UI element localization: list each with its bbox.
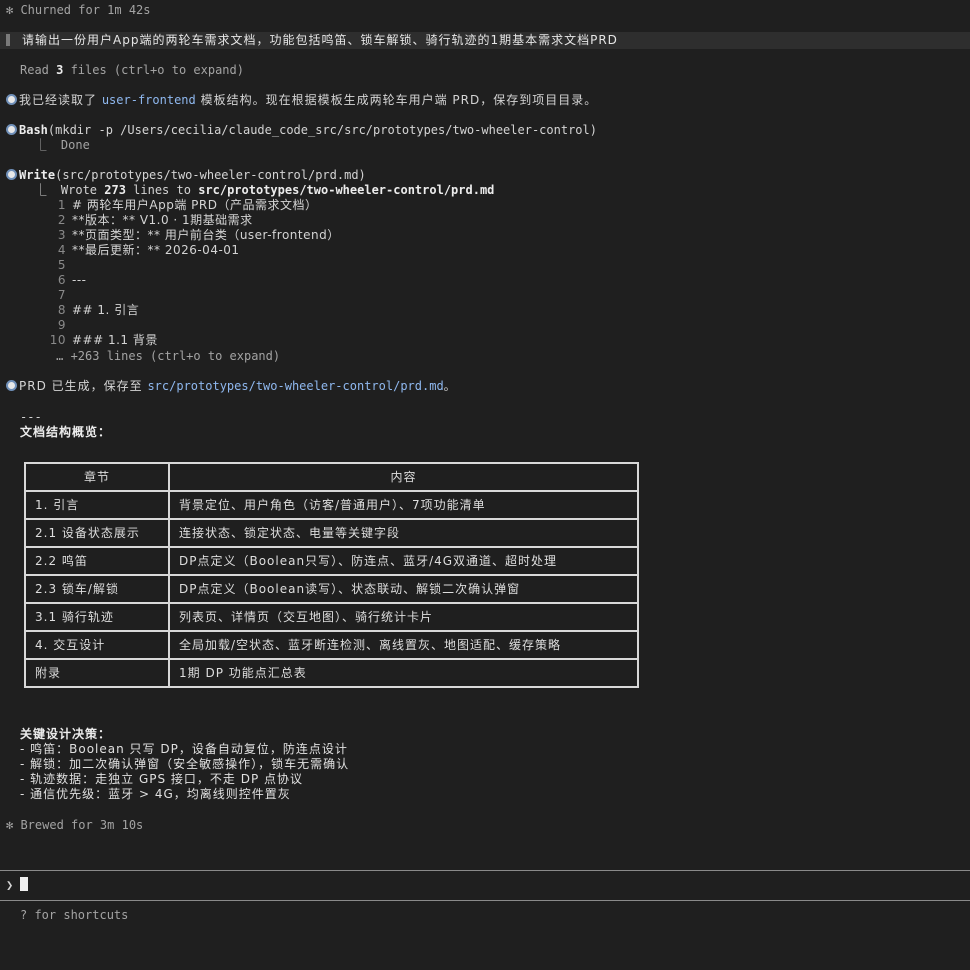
- shortcuts-hint[interactable]: ? for shortcuts: [20, 908, 128, 923]
- write-result-pre: ⎿ Wrote: [20, 183, 105, 197]
- decisions-title: 关键设计决策：: [20, 727, 112, 741]
- table-header-section: 章节: [24, 462, 170, 492]
- bash-tool-result: ⎿ Done: [20, 138, 90, 152]
- line-number: 9: [57, 318, 66, 332]
- write-result-path: src/prototypes/two-wheeler-control/prd.m…: [198, 183, 495, 197]
- write-tool-args: (src/prototypes/two-wheeler-control/prd.…: [55, 168, 366, 182]
- line-number: 7: [57, 288, 66, 302]
- tool-bullet-icon: [6, 124, 17, 135]
- table-row: 4. 交互设计 全局加载/空状态、蓝牙断连检测、离线置灰、地图适配、缓存策略: [24, 630, 639, 660]
- msg2-text-pre: PRD 已生成，保存至: [19, 379, 148, 393]
- write-tool-result: ⎿ Wrote 273 lines to src/prototypes/two-…: [20, 183, 494, 198]
- separator: ---: [20, 410, 42, 424]
- bash-tool-call: Bash(mkdir -p /Users/cecilia/claude_code…: [6, 123, 597, 138]
- line-text: ## 1. 引言: [72, 303, 140, 317]
- table-row: 2.2 鸣笛 DP点定义（Boolean只写）、防连点、蓝牙/4G双通道、超时处理: [24, 546, 639, 576]
- structure-table: 章节 内容 1. 引言 背景定位、用户角色（访客/普通用户）、7项功能清单 2.1 …: [24, 462, 639, 688]
- input-top-border: [0, 870, 970, 871]
- table-cell-content: 背景定位、用户角色（访客/普通用户）、7项功能清单: [168, 490, 639, 520]
- table-cell-section: 附录: [24, 658, 170, 688]
- table-cell-section: 4. 交互设计: [24, 630, 170, 660]
- input-bottom-border: [0, 900, 970, 901]
- line-number: 3: [57, 228, 66, 242]
- table-header-content: 内容: [168, 462, 639, 492]
- write-result-count: 273: [104, 183, 126, 197]
- decision-item: - 解锁：加二次确认弹窗（安全敏感操作），锁车无需确认: [20, 757, 350, 771]
- user-prompt-marker: [6, 34, 10, 46]
- table-row: 1. 引言 背景定位、用户角色（访客/普通用户）、7项功能清单: [24, 490, 639, 520]
- line-text: **版本：** V1.0 · 1期基础需求: [72, 213, 253, 227]
- table-cell-content: 连接状态、锁定状态、电量等关键字段: [168, 518, 639, 548]
- table-row: 3.1 骑行轨迹 列表页、详情页（交互地图）、骑行统计卡片: [24, 602, 639, 632]
- file-line: 1 # 两轮车用户App端 PRD（产品需求文档）: [0, 198, 317, 213]
- expand-more-lines[interactable]: … +263 lines (ctrl+o to expand): [20, 349, 280, 364]
- assistant-message-2: PRD 已生成，保存至 src/prototypes/two-wheeler-c…: [6, 379, 457, 394]
- line-number: 5: [57, 258, 66, 272]
- file-line: 9: [0, 318, 72, 333]
- user-prompt-text: 请输出一份用户App端的两轮车需求文档，功能包括鸣笛、锁车解锁、骑行轨迹的1期基…: [22, 33, 618, 47]
- msg1-text-pre: 我已经读取了: [19, 93, 102, 107]
- status-churned: ✻ Churned for 1m 42s: [6, 3, 151, 17]
- prompt-chevron-icon: ❯: [6, 878, 14, 892]
- line-number: 8: [57, 303, 66, 317]
- msg2-file-link[interactable]: src/prototypes/two-wheeler-control/prd.m…: [147, 379, 443, 393]
- assistant-message-1: 我已经读取了 user-frontend 模板结构。现在根据模板生成两轮车用户端…: [6, 93, 597, 108]
- decision-item: - 鸣笛：Boolean 只写 DP，设备自动复位，防连点设计: [20, 742, 348, 756]
- line-number: 4: [57, 243, 66, 257]
- table-header-row: 章节 内容: [24, 462, 639, 492]
- line-text: **页面类型：** 用户前台类（user-frontend）: [72, 228, 340, 242]
- table-cell-content: DP点定义（Boolean读写）、状态联动、解锁二次确认弹窗: [168, 574, 639, 604]
- line-number: 2: [57, 213, 66, 227]
- file-line: 5: [0, 258, 72, 273]
- table-cell-content: DP点定义（Boolean只写）、防连点、蓝牙/4G双通道、超时处理: [168, 546, 639, 576]
- read-files-line[interactable]: Read 3 files (ctrl+o to expand): [20, 63, 244, 78]
- table-row: 2.3 锁车/解锁 DP点定义（Boolean读写）、状态联动、解锁二次确认弹窗: [24, 574, 639, 604]
- table-row: 2.1 设备状态展示 连接状态、锁定状态、电量等关键字段: [24, 518, 639, 548]
- line-number: 1: [57, 198, 66, 212]
- message-bullet-icon: [6, 380, 17, 391]
- table-cell-section: 3.1 骑行轨迹: [24, 602, 170, 632]
- write-tool-name: Write: [19, 168, 56, 182]
- msg2-text-post: 。: [443, 379, 457, 393]
- line-number: 10: [49, 333, 66, 347]
- file-line: 6 ---: [0, 273, 87, 288]
- tool-bullet-icon: [6, 169, 17, 180]
- file-line: 2 **版本：** V1.0 · 1期基础需求: [0, 213, 253, 228]
- decision-item: - 通信优先级：蓝牙 > 4G，均离线则控件置灰: [20, 787, 291, 801]
- file-line: 10 ### 1.1 背景: [0, 333, 158, 348]
- decision-item: - 轨迹数据：走独立 GPS 接口，不走 DP 点协议: [20, 772, 304, 786]
- file-line: 7: [0, 288, 72, 303]
- msg1-text-post: 模板结构。现在根据模板生成两轮车用户端 PRD，保存到项目目录。: [195, 93, 598, 107]
- line-text: **最后更新：** 2026-04-01: [72, 243, 240, 257]
- msg1-template-link[interactable]: user-frontend: [102, 93, 196, 107]
- write-result-mid: lines to: [125, 183, 199, 197]
- table-cell-content: 1期 DP 功能点汇总表: [168, 658, 639, 688]
- file-line: 4 **最后更新：** 2026-04-01: [0, 243, 240, 258]
- text-cursor: [20, 877, 29, 891]
- table-cell-content: 列表页、详情页（交互地图）、骑行统计卡片: [168, 602, 639, 632]
- bash-tool-args: (mkdir -p /Users/cecilia/claude_code_src…: [47, 123, 597, 137]
- line-text: # 两轮车用户App端 PRD（产品需求文档）: [72, 198, 318, 212]
- table-cell-content: 全局加载/空状态、蓝牙断连检测、离线置灰、地图适配、缓存策略: [168, 630, 639, 660]
- read-files-suffix: files (ctrl+o to expand): [63, 63, 244, 77]
- file-line: 8 ## 1. 引言: [0, 303, 139, 318]
- line-text: ### 1.1 背景: [72, 333, 158, 347]
- message-bullet-icon: [6, 94, 17, 105]
- table-cell-section: 2.1 设备状态展示: [24, 518, 170, 548]
- table-cell-section: 1. 引言: [24, 490, 170, 520]
- line-text: ---: [72, 273, 87, 287]
- file-line: 3 **页面类型：** 用户前台类（user-frontend）: [0, 228, 340, 243]
- table-cell-section: 2.3 锁车/解锁: [24, 574, 170, 604]
- prompt-input[interactable]: ❯: [6, 877, 29, 893]
- bash-tool-name: Bash: [19, 123, 48, 137]
- overview-title: 文档结构概览：: [20, 425, 112, 439]
- write-tool-call: Write(src/prototypes/two-wheeler-control…: [6, 168, 366, 183]
- line-number: 6: [57, 273, 66, 287]
- table-row: 附录 1期 DP 功能点汇总表: [24, 658, 639, 688]
- read-files-prefix: Read: [20, 63, 57, 77]
- table-cell-section: 2.2 鸣笛: [24, 546, 170, 576]
- status-brewed: ✻ Brewed for 3m 10s: [6, 818, 144, 832]
